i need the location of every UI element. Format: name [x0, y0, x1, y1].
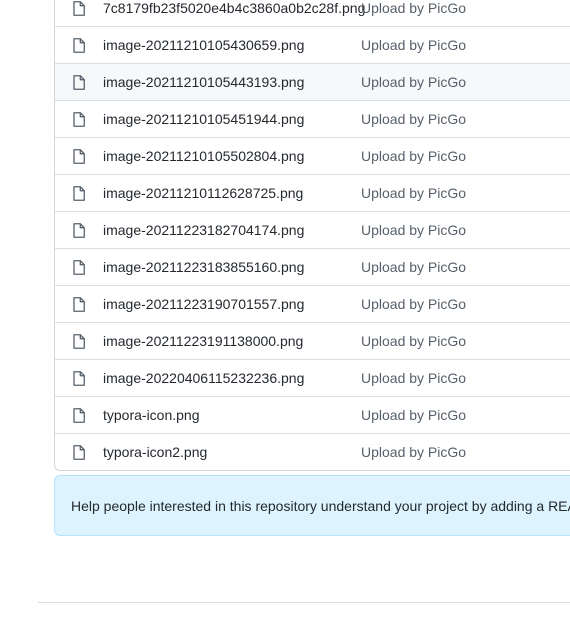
file-name-link[interactable]: image-20211210105502804.png: [103, 138, 304, 174]
file-row[interactable]: image-20211223191138000.png Upload by Pi…: [55, 322, 570, 359]
file-row[interactable]: image-20211210105430659.png Upload by Pi…: [55, 26, 570, 63]
repository-page: 7c8179fb23f5020e4b4c3860a0b2c28f.png Upl…: [0, 0, 570, 626]
file-name-link[interactable]: image-20211223191138000.png: [103, 323, 303, 359]
commit-message[interactable]: Upload by PicGo: [361, 27, 466, 63]
file-icon: [73, 334, 85, 349]
file-name-link[interactable]: typora-icon2.png: [103, 434, 207, 470]
file-icon: [73, 408, 85, 423]
file-row[interactable]: typora-icon.png Upload by PicGo: [55, 396, 570, 433]
file-icon: [73, 75, 85, 90]
file-row[interactable]: image-20211223190701557.png Upload by Pi…: [55, 285, 570, 322]
file-name-link[interactable]: typora-icon.png: [103, 397, 200, 433]
file-list: 7c8179fb23f5020e4b4c3860a0b2c28f.png Upl…: [54, 0, 570, 471]
commit-message[interactable]: Upload by PicGo: [361, 64, 466, 100]
commit-message[interactable]: Upload by PicGo: [361, 138, 466, 174]
file-name-link[interactable]: image-20211210105451944.png: [103, 101, 304, 137]
file-name-link[interactable]: image-20211210112628725.png: [103, 175, 303, 211]
file-row[interactable]: image-20211210112628725.png Upload by Pi…: [55, 174, 570, 211]
file-icon: [73, 445, 85, 460]
readme-banner-text: Help people interested in this repositor…: [71, 498, 570, 514]
file-row[interactable]: image-20211210105451944.png Upload by Pi…: [55, 100, 570, 137]
commit-message[interactable]: Upload by PicGo: [361, 101, 466, 137]
file-icon: [73, 371, 85, 386]
file-icon: [73, 38, 85, 53]
file-row[interactable]: image-20211210105502804.png Upload by Pi…: [55, 137, 570, 174]
file-row[interactable]: image-20211210105443193.png Upload by Pi…: [55, 63, 570, 100]
file-name-link[interactable]: image-20211210105430659.png: [103, 27, 304, 63]
commit-message[interactable]: Upload by PicGo: [361, 249, 466, 285]
commit-message[interactable]: Upload by PicGo: [361, 286, 466, 322]
file-name-link[interactable]: image-20220406115232236.png: [103, 360, 304, 396]
file-name-link[interactable]: image-20211210105443193.png: [103, 64, 304, 100]
commit-message[interactable]: Upload by PicGo: [361, 360, 466, 396]
file-icon: [73, 112, 85, 127]
file-icon: [73, 260, 85, 275]
commit-message[interactable]: Upload by PicGo: [361, 0, 466, 26]
file-icon: [73, 1, 85, 16]
commit-message[interactable]: Upload by PicGo: [361, 434, 466, 470]
file-row[interactable]: image-20220406115232236.png Upload by Pi…: [55, 359, 570, 396]
commit-message[interactable]: Upload by PicGo: [361, 175, 466, 211]
file-icon: [73, 186, 85, 201]
commit-message[interactable]: Upload by PicGo: [361, 212, 466, 248]
file-row[interactable]: image-20211223183855160.png Upload by Pi…: [55, 248, 570, 285]
file-icon: [73, 149, 85, 164]
file-name-link[interactable]: image-20211223183855160.png: [103, 249, 304, 285]
file-name-link[interactable]: 7c8179fb23f5020e4b4c3860a0b2c28f.png: [103, 0, 365, 26]
file-icon: [73, 223, 85, 238]
file-name-link[interactable]: image-20211223182704174.png: [103, 212, 304, 248]
file-row[interactable]: typora-icon2.png Upload by PicGo: [55, 433, 570, 470]
commit-message[interactable]: Upload by PicGo: [361, 323, 466, 359]
footer-divider: [38, 602, 570, 603]
add-readme-banner: Help people interested in this repositor…: [54, 475, 570, 536]
file-icon: [73, 297, 85, 312]
file-row[interactable]: 7c8179fb23f5020e4b4c3860a0b2c28f.png Upl…: [55, 0, 570, 26]
file-row[interactable]: image-20211223182704174.png Upload by Pi…: [55, 211, 570, 248]
file-name-link[interactable]: image-20211223190701557.png: [103, 286, 304, 322]
commit-message[interactable]: Upload by PicGo: [361, 397, 466, 433]
